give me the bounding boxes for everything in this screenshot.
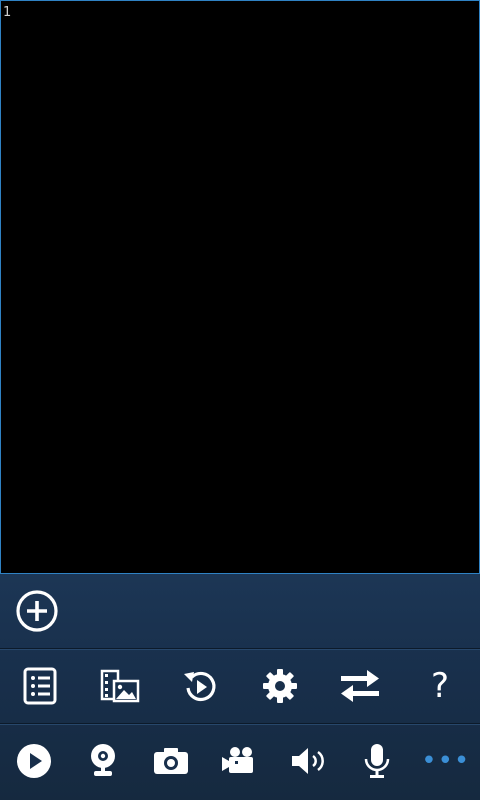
toolbar-row-1: ? bbox=[0, 649, 480, 723]
play-button[interactable] bbox=[15, 742, 53, 780]
help-icon: ? bbox=[430, 666, 450, 706]
switch-view-button[interactable] bbox=[339, 667, 381, 705]
media-gallery-icon bbox=[100, 669, 140, 703]
switch-arrows-icon bbox=[341, 670, 379, 702]
device-list-button[interactable] bbox=[23, 667, 57, 705]
play-icon bbox=[17, 744, 52, 778]
add-device-button[interactable] bbox=[14, 588, 60, 634]
gear-icon bbox=[263, 669, 297, 703]
add-device-row bbox=[0, 574, 480, 648]
plus-circle-icon bbox=[16, 590, 58, 632]
playback-button[interactable] bbox=[180, 666, 220, 706]
list-icon bbox=[23, 667, 57, 705]
control-panel: ? ••• bbox=[0, 574, 480, 800]
video-record-icon bbox=[222, 747, 254, 773]
microphone-icon bbox=[364, 744, 390, 778]
channel-number: 1 bbox=[3, 5, 12, 20]
playback-icon bbox=[184, 671, 216, 701]
settings-button[interactable] bbox=[261, 667, 299, 705]
audio-button[interactable] bbox=[290, 745, 328, 777]
media-gallery-button[interactable] bbox=[100, 669, 140, 703]
record-button[interactable] bbox=[221, 745, 259, 777]
more-icon: ••• bbox=[421, 746, 471, 776]
snapshot-button[interactable] bbox=[153, 746, 189, 776]
help-button[interactable]: ? bbox=[431, 666, 449, 706]
talk-button[interactable] bbox=[363, 742, 391, 780]
webcam-icon bbox=[90, 744, 115, 776]
webcam-button[interactable] bbox=[88, 742, 118, 780]
camera-icon bbox=[154, 748, 189, 774]
more-button[interactable]: ••• bbox=[421, 746, 470, 776]
video-viewport[interactable]: 1 bbox=[0, 0, 480, 574]
toolbar-row-2: ••• bbox=[0, 724, 480, 798]
speaker-icon bbox=[291, 748, 324, 774]
